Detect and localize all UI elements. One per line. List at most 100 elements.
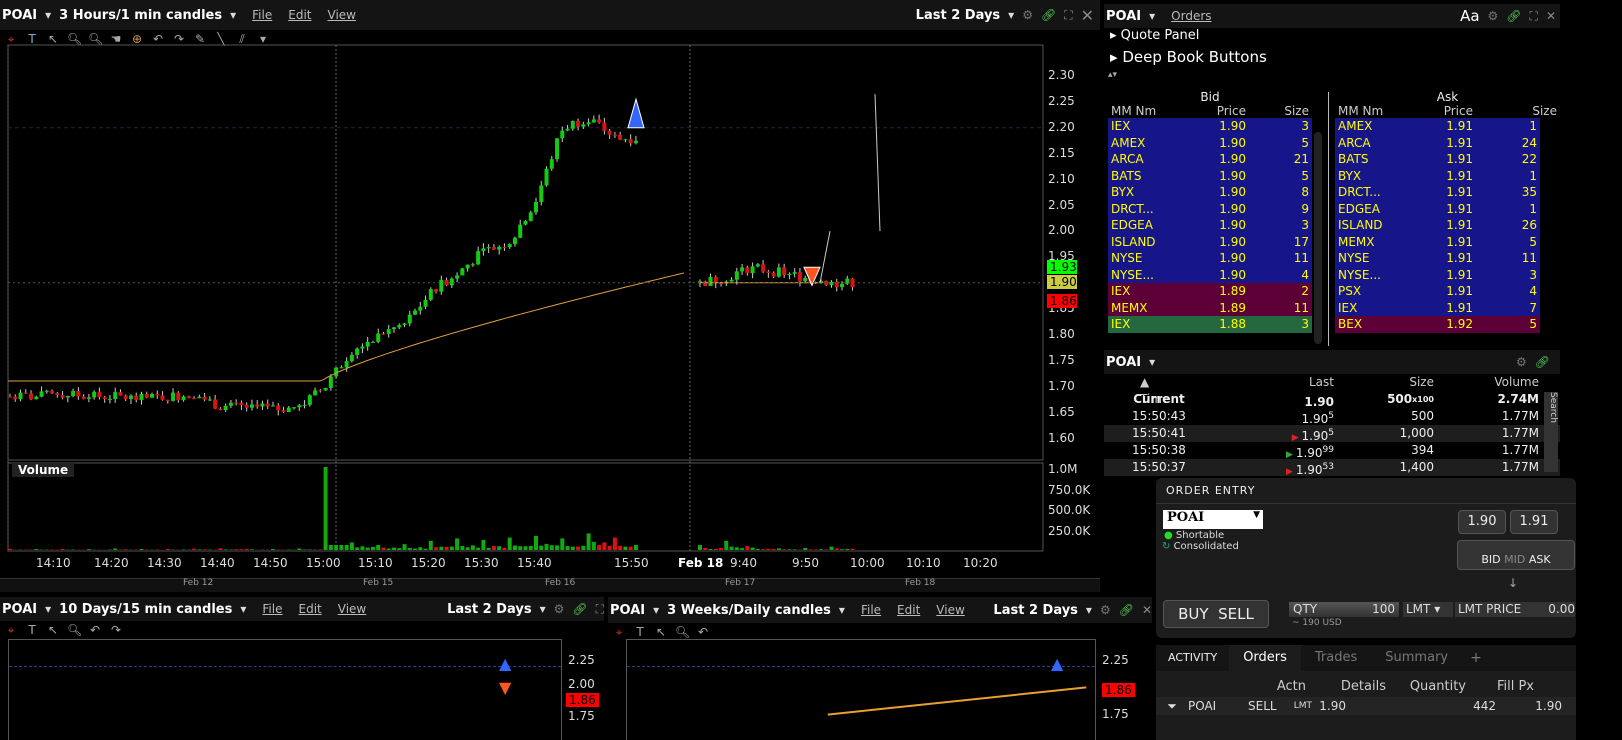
link-icon[interactable]: 🔗︎ xyxy=(1535,355,1560,369)
link-icon[interactable]: 🔗︎ xyxy=(1119,603,1134,617)
bid-row[interactable]: BATS 1.90 5 xyxy=(1108,167,1312,184)
gear-icon[interactable]: ⚙ xyxy=(1516,355,1527,369)
bid-row[interactable]: IEX 1.89 2 xyxy=(1108,283,1312,300)
ask-row[interactable]: PSX 1.91 4 xyxy=(1335,283,1540,300)
ask-row[interactable]: BYX 1.91 1 xyxy=(1335,167,1540,184)
bid-row[interactable]: BYX 1.90 8 xyxy=(1108,184,1312,201)
ask-row[interactable]: BATS 1.91 22 xyxy=(1335,151,1540,168)
period-dropdown[interactable]: 3 Hours/1 min candles xyxy=(59,8,222,23)
chevron-down-icon[interactable]: ▾ xyxy=(1149,9,1155,23)
bid-row[interactable]: NYSE 1.90 11 xyxy=(1108,250,1312,267)
close-icon[interactable]: ✕ xyxy=(1546,9,1560,23)
menu-edit[interactable]: Edit xyxy=(897,603,920,617)
tab-summary[interactable]: Summary xyxy=(1371,645,1462,671)
gear-icon[interactable]: ⚙ xyxy=(1022,8,1033,22)
bid-row[interactable]: IEX 1.88 3 xyxy=(1108,316,1312,333)
close-icon[interactable]: ✕ xyxy=(1142,603,1152,617)
maximize-icon[interactable]: ⛶ xyxy=(1064,8,1072,23)
link-icon[interactable]: 🔗︎ xyxy=(1506,9,1521,23)
pointer-icon[interactable]: ↖ xyxy=(46,623,60,637)
tab-orders[interactable]: Orders xyxy=(1229,645,1301,671)
redo-icon[interactable]: ↷ xyxy=(109,623,123,637)
chevron-down-icon[interactable]: ▾ xyxy=(230,8,236,22)
bid-row[interactable]: IEX 1.90 3 xyxy=(1108,118,1312,135)
chart2-plot[interactable]: ▲ ▼ xyxy=(8,639,562,740)
add-tab-button[interactable]: + xyxy=(1462,645,1490,671)
chevron-down-icon[interactable]: ▾ xyxy=(1149,355,1155,369)
range-dropdown[interactable]: Last 2 Days xyxy=(916,8,1000,23)
ask-price-button[interactable]: 1.91 xyxy=(1510,510,1558,534)
bid-row[interactable]: ARCA 1.90 21 xyxy=(1108,151,1312,168)
text-tool-icon[interactable]: T xyxy=(633,625,647,639)
bid-row[interactable]: DRCT... 1.90 9 xyxy=(1108,200,1312,217)
order-type-dropdown[interactable]: LMT ▾ xyxy=(1403,602,1453,617)
close-icon[interactable]: ✕ xyxy=(1081,6,1100,25)
gear-icon[interactable]: ⚙ xyxy=(1100,603,1111,617)
crosshair-icon[interactable]: ⌖ xyxy=(4,623,18,638)
buy-sell-button[interactable]: BUY SELL xyxy=(1163,600,1269,628)
range-dropdown[interactable]: Last 2 Days xyxy=(447,602,531,617)
orders-link[interactable]: Orders xyxy=(1171,9,1211,23)
menu-view[interactable]: View xyxy=(328,8,356,22)
chevron-down-icon[interactable]: ▾ xyxy=(1008,8,1014,22)
ask-row[interactable]: ARCA 1.91 24 xyxy=(1335,134,1540,151)
gear-icon[interactable]: ⚙ xyxy=(554,602,565,616)
bid-row[interactable]: ISLAND 1.90 17 xyxy=(1108,233,1312,250)
bid-price-button[interactable]: 1.90 xyxy=(1458,510,1506,534)
menu-file[interactable]: File xyxy=(861,603,881,617)
trade-row[interactable]: 15:50:41 ▶ 1.905 1,000 1.77M xyxy=(1104,425,1560,443)
ask-row[interactable]: MEMX 1.91 5 xyxy=(1335,233,1540,250)
period-dropdown[interactable]: 3 Weeks/Daily candles xyxy=(667,603,831,618)
menu-view[interactable]: View xyxy=(338,602,366,616)
range-dropdown[interactable]: Last 2 Days xyxy=(993,603,1077,618)
bid-row[interactable]: AMEX 1.90 5 xyxy=(1108,134,1312,151)
chart3-plot[interactable]: ▲ xyxy=(626,639,1096,740)
ask-row[interactable]: NYSE... 1.91 3 xyxy=(1335,266,1540,283)
bid-row[interactable]: EDGEA 1.90 3 xyxy=(1108,217,1312,234)
zoom-in-icon[interactable]: 🔍︎ xyxy=(675,625,690,639)
col-time[interactable]: ▲ Time xyxy=(1104,374,1214,406)
qty-field[interactable]: QTY 100 xyxy=(1289,602,1399,617)
collapse-arrows-icon[interactable]: ▴▾ xyxy=(1104,70,1560,84)
limit-price-field[interactable]: LMT PRICE 0.00 xyxy=(1455,602,1575,617)
ask-row[interactable]: EDGEA 1.91 1 xyxy=(1335,200,1540,217)
bid-row[interactable]: MEMX 1.89 11 xyxy=(1108,299,1312,316)
gear-icon[interactable]: ⚙ xyxy=(1488,9,1499,23)
buy-label[interactable]: BUY xyxy=(1178,605,1208,623)
menu-edit[interactable]: Edit xyxy=(299,602,322,616)
ask-row[interactable]: BEX 1.92 5 xyxy=(1335,316,1540,333)
sell-label[interactable]: SELL xyxy=(1218,605,1254,623)
link-icon[interactable]: 🔗︎ xyxy=(572,602,587,616)
maximize-icon[interactable]: ⛶ xyxy=(596,602,604,617)
ask-row[interactable]: AMEX 1.91 1 xyxy=(1335,118,1540,135)
bid-scrollbar[interactable] xyxy=(1314,132,1322,344)
zoom-in-icon[interactable]: 🔍︎ xyxy=(67,623,82,637)
symbol-dropdown[interactable]: POAI xyxy=(610,603,645,618)
text-tool-icon[interactable]: T xyxy=(25,623,39,637)
order-symbol-input[interactable]: POAI ▼ xyxy=(1163,510,1263,529)
price-slider[interactable]: BID MID ASK xyxy=(1457,540,1575,570)
tab-trades[interactable]: Trades xyxy=(1301,645,1371,671)
menu-edit[interactable]: Edit xyxy=(288,8,311,22)
maximize-icon[interactable]: ⛶ xyxy=(1530,9,1538,24)
chevron-down-icon[interactable]: ▾ xyxy=(45,8,51,22)
pointer-icon[interactable]: ↖ xyxy=(654,625,668,639)
menu-file[interactable]: File xyxy=(262,602,282,616)
trade-row[interactable]: 15:50:37 ▶ 1.9053 1,400 1.77M xyxy=(1104,459,1560,477)
undo-icon[interactable]: ↶ xyxy=(88,623,102,637)
period-dropdown[interactable]: 10 Days/15 min candles xyxy=(59,602,232,617)
quote-panel-toggle[interactable]: ▸ Quote Panel xyxy=(1104,28,1560,48)
tns-symbol[interactable]: POAI xyxy=(1106,355,1141,370)
ask-row[interactable]: DRCT... 1.91 35 xyxy=(1335,184,1540,201)
trade-row[interactable]: 15:50:43 1.905 500 1.77M xyxy=(1104,408,1560,426)
trade-row[interactable]: 15:50:38 ▶ 1.9099 394 1.77M xyxy=(1104,442,1560,460)
price-chart[interactable] xyxy=(0,44,1100,596)
ask-row[interactable]: IEX 1.91 7 xyxy=(1335,299,1540,316)
bid-row[interactable]: NYSE... 1.90 4 xyxy=(1108,266,1312,283)
chevron-down-icon[interactable]: ▾ xyxy=(1086,603,1092,617)
symbol-dropdown[interactable]: POAI xyxy=(2,8,37,23)
book-symbol[interactable]: POAI xyxy=(1106,9,1141,24)
ask-row[interactable]: ISLAND 1.91 26 xyxy=(1335,217,1540,234)
ask-row[interactable]: NYSE 1.91 11 xyxy=(1335,250,1540,267)
chevron-down-icon[interactable]: ▾ xyxy=(540,602,546,616)
